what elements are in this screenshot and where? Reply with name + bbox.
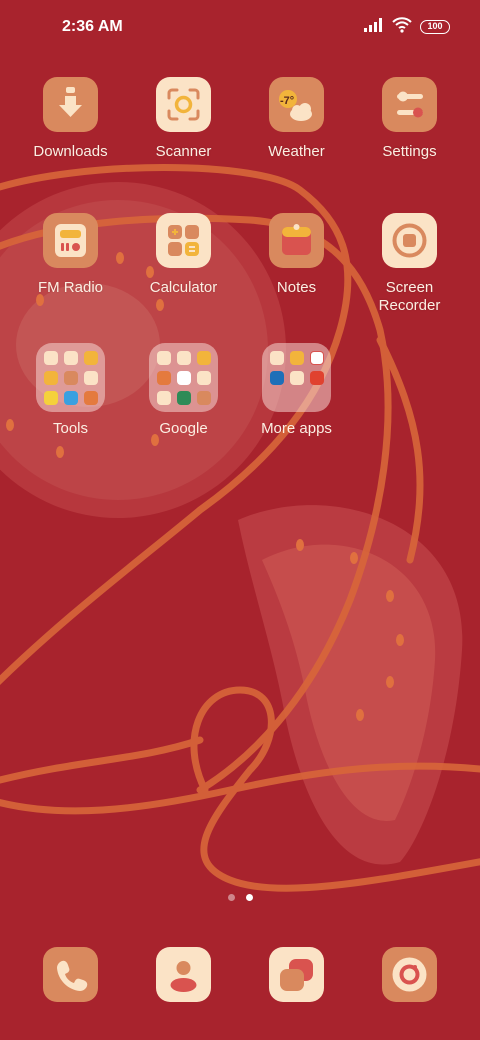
app-label: Weather: [268, 143, 325, 160]
app-label: FM Radio: [37, 279, 104, 296]
page-dot-2[interactable]: [245, 894, 253, 901]
app-label: Downloads: [33, 143, 108, 160]
mini-app-icon: [309, 350, 324, 365]
mini-app-icon: [196, 350, 211, 365]
camera-icon[interactable]: [382, 947, 437, 1002]
mini-app-icon: [269, 350, 284, 365]
weather-temp: -7°: [280, 95, 294, 107]
folder-tile[interactable]: [149, 343, 218, 412]
mini-app-slot-empty: [310, 391, 324, 405]
app-label: Settings: [382, 143, 437, 160]
phone-icon[interactable]: [43, 947, 98, 1002]
mini-app-slot-empty: [270, 391, 284, 405]
status-bar: 2:36 AM 100: [0, 0, 480, 56]
download-icon[interactable]: [43, 77, 98, 132]
signal-icon: [364, 17, 384, 37]
folder-label: Tools: [52, 420, 89, 437]
folder-label: Google: [159, 420, 208, 437]
calculator-icon[interactable]: [156, 213, 211, 268]
mini-app-icon: [43, 370, 58, 385]
mini-app-icon: [83, 350, 98, 365]
mini-app-icon: [156, 350, 171, 365]
mini-app-icon: [196, 370, 211, 385]
scanner-icon[interactable]: [156, 77, 211, 132]
app-label: Calculator: [149, 279, 218, 296]
mini-app-icon: [156, 370, 171, 385]
folder-label: More apps: [261, 420, 332, 437]
folder-tile[interactable]: [36, 343, 105, 412]
mini-app-icon: [63, 350, 78, 365]
messages-icon[interactable]: [269, 947, 324, 1002]
status-icons: 100: [364, 16, 450, 38]
mini-app-icon: [289, 350, 304, 365]
mini-app-icon: [289, 370, 304, 385]
notes-icon[interactable]: [269, 213, 324, 268]
status-time: 2:36 AM: [62, 18, 123, 35]
app-label: Scanner: [155, 143, 212, 160]
mini-app-icon: [176, 350, 191, 365]
contacts-icon[interactable]: [156, 947, 211, 1002]
page-indicator[interactable]: [0, 894, 480, 901]
mini-app-icon: [83, 390, 98, 405]
mini-app-slot-empty: [290, 391, 304, 405]
app-label: Screen Recorder: [378, 279, 441, 314]
mini-app-icon: [309, 370, 324, 385]
mini-app-icon: [269, 370, 284, 385]
battery-icon: 100: [420, 20, 450, 34]
mini-app-icon: [83, 370, 98, 385]
weather-icon[interactable]: -7°: [269, 77, 324, 132]
mini-app-icon: [63, 390, 78, 405]
mini-app-icon: [156, 390, 171, 405]
mini-app-icon: [63, 370, 78, 385]
wifi-icon: [392, 16, 412, 38]
mini-app-icon: [43, 390, 58, 405]
page-dot-1[interactable]: [227, 894, 235, 901]
mini-app-icon: [196, 390, 211, 405]
app-label: Notes: [276, 279, 317, 296]
radio-icon[interactable]: [43, 213, 98, 268]
mini-app-icon: [43, 350, 58, 365]
folder-tile[interactable]: [262, 343, 331, 412]
settings-icon[interactable]: [382, 77, 437, 132]
mini-app-icon: [176, 370, 191, 385]
mini-app-icon: [176, 390, 191, 405]
screen-recorder-icon[interactable]: [382, 213, 437, 268]
